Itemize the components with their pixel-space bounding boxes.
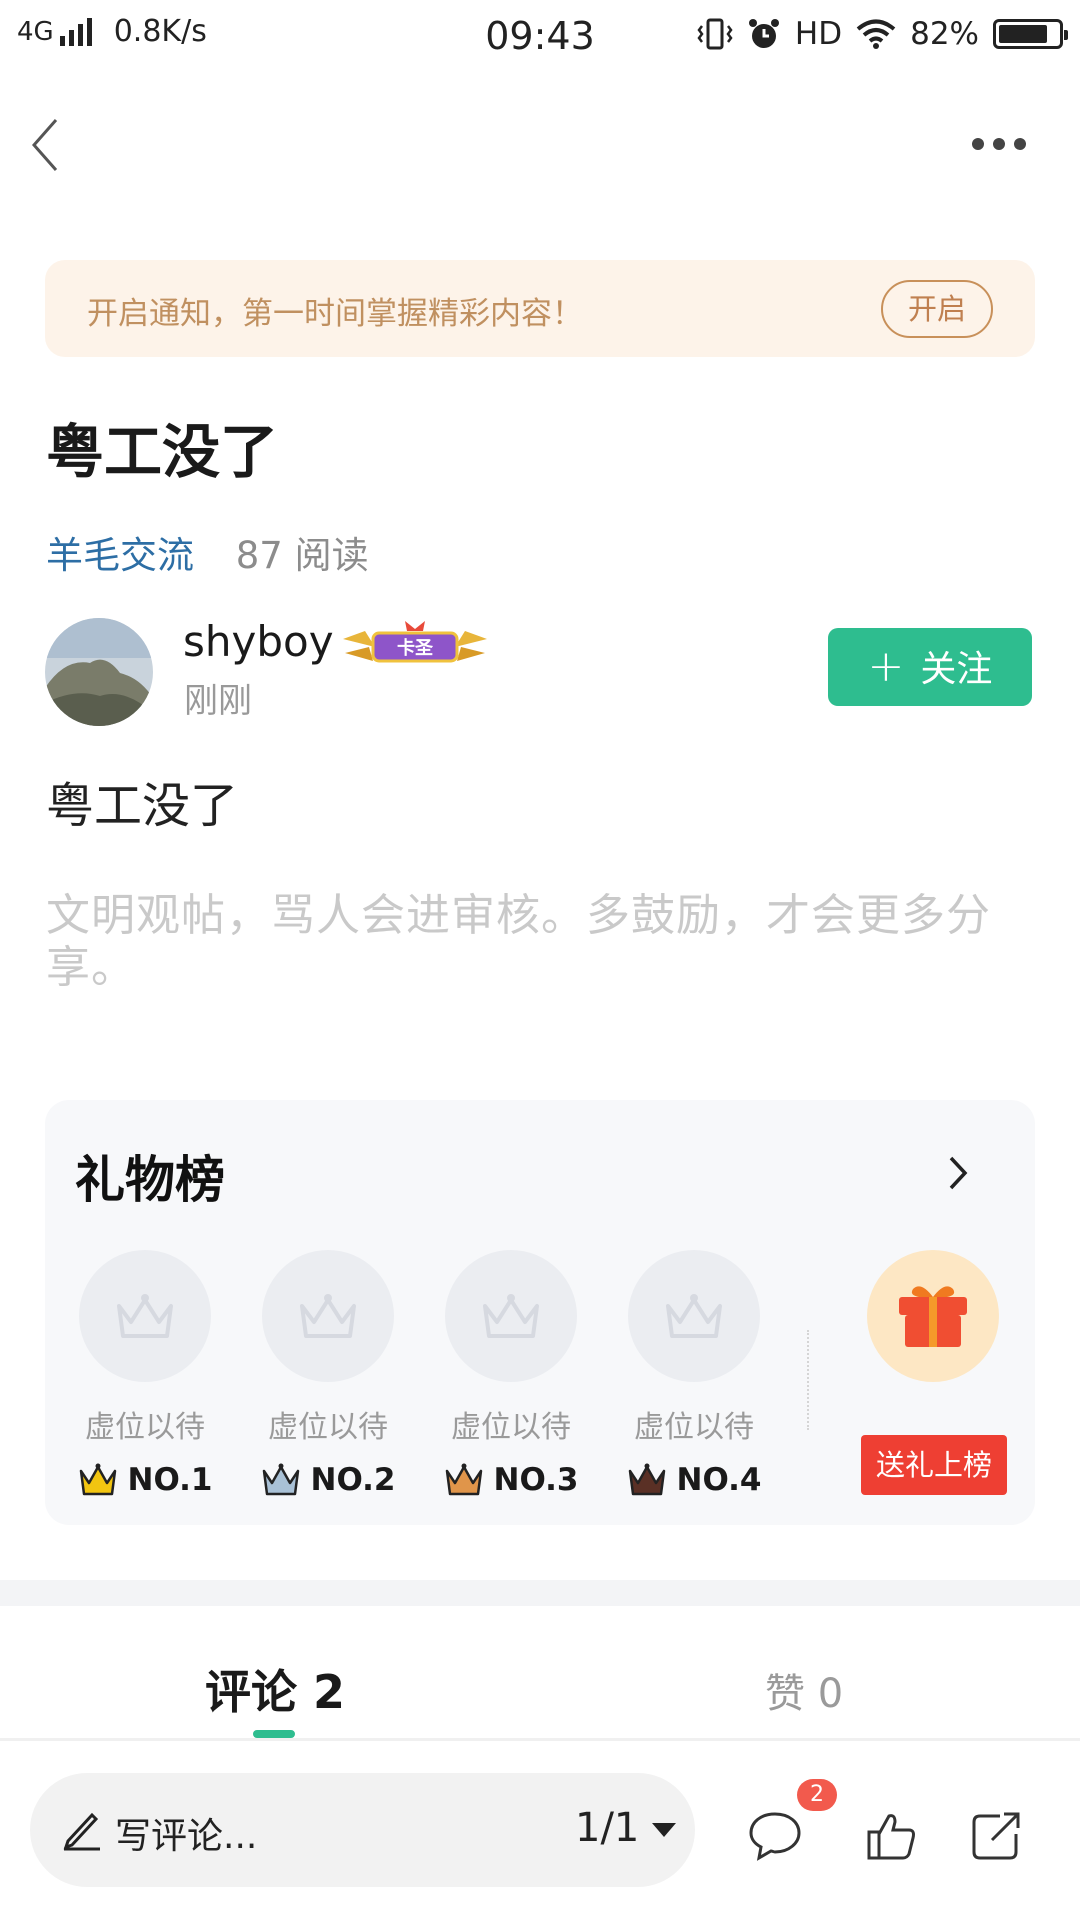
tab-indicator xyxy=(253,1730,295,1738)
battery-icon xyxy=(993,19,1068,49)
gift-ranking-title: 礼物榜 xyxy=(75,1151,225,1209)
caret-down-icon[interactable] xyxy=(652,1823,676,1837)
status-bar: 4G 0.8K/s 09:43 HD 82% xyxy=(0,0,1080,75)
send-gift-button[interactable]: 送礼上榜 xyxy=(861,1435,1007,1495)
gift-icon[interactable] xyxy=(867,1250,999,1382)
comment-input[interactable]: 写评论... 1/1 xyxy=(30,1773,695,1887)
more-dot xyxy=(993,138,1005,150)
tab-divider xyxy=(0,1738,1080,1741)
wifi-icon xyxy=(856,19,896,49)
crown-icon xyxy=(262,1463,299,1496)
pencil-icon xyxy=(63,1812,100,1851)
rank-number: NO.3 xyxy=(493,1462,579,1498)
status-right: HD 82% xyxy=(697,16,1068,52)
author-name[interactable]: shyboy xyxy=(183,617,334,666)
comment-tabs: 评论 2 赞 0 xyxy=(0,1606,1080,1740)
crown-icon xyxy=(445,1463,482,1496)
gift-rank-slot[interactable]: 虚位以待 NO.3 xyxy=(441,1250,581,1498)
avatar[interactable] xyxy=(45,618,153,726)
gift-ranking-card: 礼物榜 虚位以待 NO.1 虚位以待 NO.2 虚位以待 NO.3 虚位以待 NO.4 送礼上… xyxy=(45,1100,1035,1525)
crown-outline-icon xyxy=(300,1294,356,1338)
hd-indicator: HD xyxy=(794,16,843,52)
slot-rank: NO.1 xyxy=(75,1462,215,1498)
read-count: 87 阅读 xyxy=(235,534,369,577)
tab-likes[interactable]: 赞 0 xyxy=(765,1661,843,1719)
comment-count-badge: 2 xyxy=(797,1779,837,1811)
more-dot xyxy=(972,138,984,150)
section-separator xyxy=(0,1580,1080,1606)
notification-text: 开启通知，第一时间掌握精彩内容！ xyxy=(87,296,583,332)
slot-rank: NO.2 xyxy=(258,1462,398,1498)
gift-rank-slot[interactable]: 虚位以待 NO.4 xyxy=(624,1250,764,1498)
badge-text: 卡圣 xyxy=(397,637,434,659)
post-title: 粤工没了 xyxy=(46,418,279,486)
gift-rank-slot[interactable]: 虚位以待 NO.1 xyxy=(75,1250,215,1498)
crown-icon xyxy=(79,1463,116,1496)
follow-label: 关注 xyxy=(920,649,993,690)
follow-button[interactable]: + 关注 xyxy=(828,628,1032,706)
gift-ranking-more-button[interactable] xyxy=(943,1148,973,1198)
slot-rank: NO.4 xyxy=(624,1462,764,1498)
more-dot xyxy=(1014,138,1026,150)
post-time: 刚刚 xyxy=(184,681,252,721)
badge-icon: 卡圣 xyxy=(343,621,487,663)
slot-label: 虚位以待 xyxy=(268,1410,388,1445)
post-meta: 羊毛交流 87 阅读 xyxy=(46,525,369,579)
slot-label: 虚位以待 xyxy=(634,1410,754,1445)
comment-icon[interactable] xyxy=(747,1808,803,1864)
empty-seat-circle xyxy=(79,1250,211,1382)
share-icon[interactable] xyxy=(968,1808,1024,1864)
notification-banner: 开启通知，第一时间掌握精彩内容！ 开启 xyxy=(45,260,1035,357)
chevron-right-icon xyxy=(949,1156,968,1190)
more-options-button[interactable] xyxy=(972,132,1032,156)
page-indicator[interactable]: 1/1 xyxy=(575,1805,639,1851)
rank-number: NO.1 xyxy=(127,1462,213,1498)
crown-outline-icon xyxy=(666,1294,722,1338)
enable-notification-button[interactable]: 开启 xyxy=(881,280,993,338)
thumbs-up-icon[interactable] xyxy=(863,1808,919,1864)
gift-rank-slot[interactable]: 虚位以待 NO.2 xyxy=(258,1250,398,1498)
category-link[interactable]: 羊毛交流 xyxy=(46,534,194,577)
comment-placeholder: 写评论... xyxy=(115,1816,258,1857)
slot-label: 虚位以待 xyxy=(451,1410,571,1445)
level-badge: 卡圣 xyxy=(335,617,495,673)
gift-divider xyxy=(807,1330,809,1430)
empty-seat-circle xyxy=(445,1250,577,1382)
crown-icon xyxy=(628,1463,665,1496)
empty-seat-circle xyxy=(262,1250,394,1382)
plus-icon: + xyxy=(867,641,905,692)
post-body: 粤工没了 xyxy=(46,778,239,834)
rank-number: NO.4 xyxy=(676,1462,762,1498)
chevron-left-icon xyxy=(32,119,58,171)
slot-rank: NO.3 xyxy=(441,1462,581,1498)
comment-guideline: 文明观帖，骂人会进审核。多鼓励，才会更多分享。 xyxy=(46,890,991,993)
alarm-icon xyxy=(748,19,779,48)
back-button[interactable] xyxy=(26,115,66,175)
crown-outline-icon xyxy=(117,1294,173,1338)
battery-percent: 82% xyxy=(910,16,979,52)
crown-outline-icon xyxy=(483,1294,539,1338)
tab-comments[interactable]: 评论 2 xyxy=(205,1656,345,1722)
slot-label: 虚位以待 xyxy=(85,1410,205,1445)
vibrate-icon xyxy=(697,18,733,50)
rank-number: NO.2 xyxy=(310,1462,396,1498)
empty-seat-circle xyxy=(628,1250,760,1382)
